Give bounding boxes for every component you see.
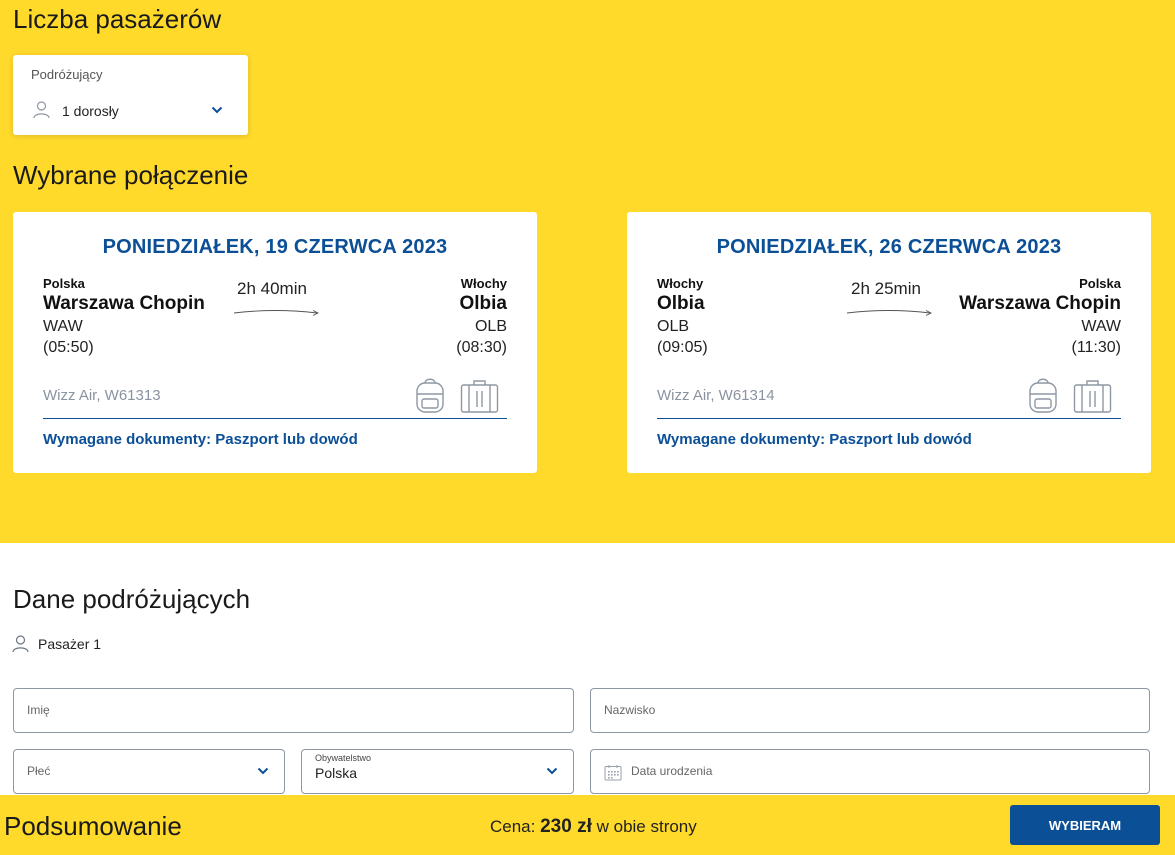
price-prefix: Cena: [490,817,536,836]
card-divider [657,418,1121,419]
departure-city: Olbia [657,293,705,314]
summary-bar: Podsumowanie Cena: 230 zł w obie strony … [0,795,1175,855]
departure-code: OLB [657,318,690,335]
calendar-icon [604,765,622,781]
flight-card-return: PONIEDZIAŁEK, 26 CZERWCA 2023 Włochy Olb… [627,212,1151,473]
chevron-down-icon [257,767,269,775]
arrival-code: WAW [1081,318,1121,335]
departure-block: Włochy Olbia OLB (09:05) [657,276,708,358]
passengers-heading: Liczba pasażerów [13,4,222,34]
citizenship-value: Polska [315,765,358,781]
last-name-placeholder: Nazwisko [604,703,656,717]
travelers-heading: Dane podróżujących [13,584,251,614]
citizenship-label: Obywatelstwo [315,753,372,763]
carrier-flight-number: Wizz Air, W61314 [657,387,775,404]
arrival-country: Polska [1079,276,1121,291]
required-documents: Wymagane dokumenty: Paszport lub dowód [657,431,972,448]
person-icon [33,101,50,119]
departure-block: Polska Warszawa Chopin WAW (05:50) [43,276,205,358]
citizenship-select[interactable]: Obywatelstwo Polska [301,749,574,794]
backpack-icon [1029,378,1057,413]
passenger-label: Pasażer 1 [12,635,101,653]
passengers-dropdown[interactable]: Podróżujący 1 dorosły [13,55,248,135]
passengers-dropdown-label: Podróżujący [31,67,103,82]
departure-code: WAW [43,318,83,335]
price-suffix: w obie strony [596,817,697,836]
arrival-block: Włochy Olbia OLB (08:30) [456,276,507,358]
flight-date: PONIEDZIAŁEK, 26 CZERWCA 2023 [716,236,1062,258]
birthdate-placeholder: Data urodzenia [631,764,713,778]
arrival-city: Warszawa Chopin [959,293,1121,314]
select-button[interactable]: WYBIERAM [1010,805,1160,845]
departure-city: Warszawa Chopin [43,293,205,314]
arrival-time: (08:30) [456,339,507,356]
arrival-code: OLB [474,318,507,335]
arrival-country: Włochy [460,276,507,291]
first-name-placeholder: Imię [27,703,50,717]
departure-time: (09:05) [657,339,708,356]
gender-select[interactable]: Płeć [13,749,285,794]
card-divider [43,418,507,419]
suitcase-icon [460,380,499,413]
first-name-field[interactable]: Imię [13,688,574,733]
flight-date: PONIEDZIAŁEK, 19 CZERWCA 2023 [102,236,448,258]
chevron-down-icon [546,767,558,775]
arrival-block: Polska Warszawa Chopin WAW (11:30) [959,276,1121,358]
departure-country: Polska [43,276,85,291]
arrow-right-icon [233,310,320,316]
person-icon [12,635,29,653]
summary-title: Podsumowanie [4,811,182,841]
passenger-label-text: Pasażer 1 [38,636,102,652]
price-value: 230 zł [540,816,592,837]
last-name-field[interactable]: Nazwisko [590,688,1150,733]
backpack-icon [416,378,444,413]
arrival-time: (11:30) [1071,339,1121,356]
flight-card-outbound: PONIEDZIAŁEK, 19 CZERWCA 2023 Polska War… [13,212,537,473]
carrier-flight-number: Wizz Air, W61313 [43,387,161,404]
birthdate-field[interactable]: Data urodzenia [590,749,1150,794]
flight-duration: 2h 25min [851,279,921,298]
chevron-down-icon [211,106,223,114]
departure-country: Włochy [657,276,704,291]
connection-heading: Wybrane połączenie [13,160,249,190]
suitcase-icon [1073,380,1112,413]
flight-duration: 2h 40min [237,279,307,298]
price-summary: Cena: 230 zł w obie strony [490,816,697,838]
gender-placeholder: Płeć [27,764,51,778]
passengers-dropdown-value: 1 dorosły [62,103,119,119]
departure-time: (05:50) [43,339,94,356]
arrow-right-icon [846,310,933,316]
required-documents: Wymagane dokumenty: Paszport lub dowód [43,431,358,448]
arrival-city: Olbia [459,293,507,314]
